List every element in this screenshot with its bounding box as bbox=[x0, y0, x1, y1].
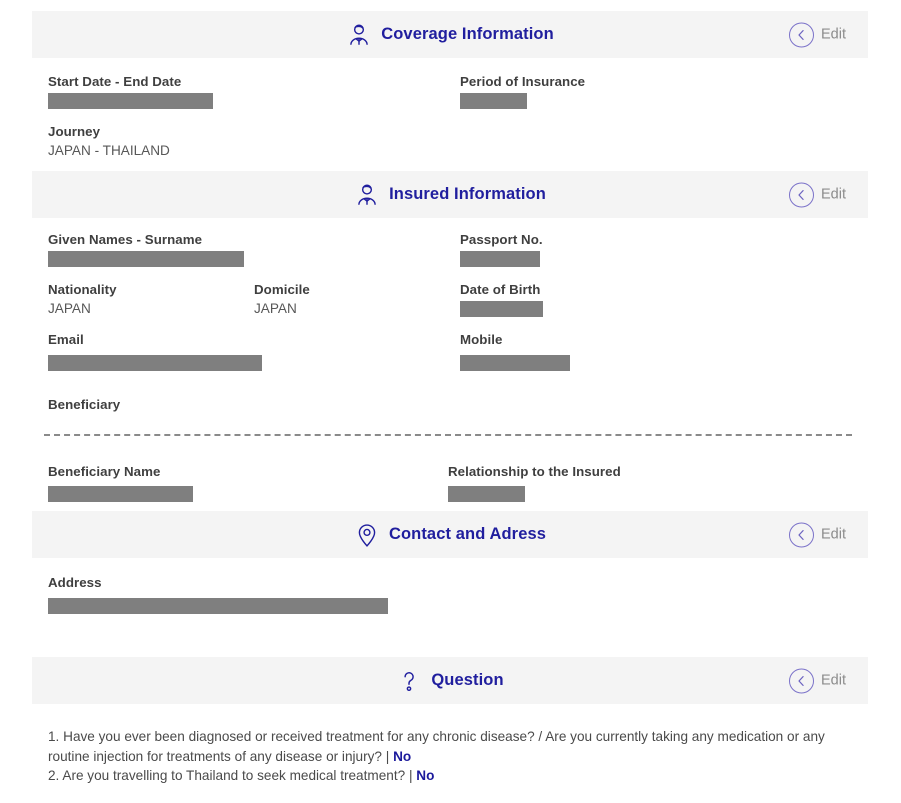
redacted-value-relationship-to-insured bbox=[448, 486, 525, 502]
section-header-question: Question Edit bbox=[32, 657, 868, 704]
field-label: Period of Insurance bbox=[460, 74, 586, 89]
redacted-value-start-end-date bbox=[48, 93, 213, 109]
review-summary-page: Coverage Information Edit Start Date - E… bbox=[0, 0, 901, 803]
question-list: 1. Have you ever been diagnosed or recei… bbox=[48, 727, 848, 786]
question-answer: No bbox=[393, 748, 412, 764]
field-mobile: Mobile bbox=[460, 332, 570, 371]
field-email: Email bbox=[48, 332, 262, 371]
section-title-group: Question bbox=[396, 668, 504, 694]
chevron-left-circle-icon[interactable] bbox=[789, 668, 814, 693]
question-separator: | bbox=[408, 768, 413, 783]
beneficiary-heading: Beneficiary bbox=[48, 397, 120, 412]
edit-button-label: Edit bbox=[821, 26, 846, 43]
field-label: Email bbox=[48, 332, 84, 347]
redacted-value-beneficiary-name bbox=[48, 486, 193, 502]
edit-button-question[interactable]: Edit bbox=[789, 668, 846, 693]
field-label: Address bbox=[48, 575, 102, 590]
field-domicile: Domicile JAPAN bbox=[254, 282, 310, 316]
chevron-left-circle-icon[interactable] bbox=[789, 522, 814, 547]
section-header-contact-and-adress: Contact and Adress Edit bbox=[32, 511, 868, 558]
redacted-value-address bbox=[48, 598, 388, 614]
field-label: Beneficiary Name bbox=[48, 464, 161, 479]
field-period-of-insurance: Period of Insurance bbox=[460, 74, 585, 109]
question-number: 2. bbox=[48, 768, 60, 783]
field-label: Domicile bbox=[254, 282, 310, 297]
redacted-value-passport-no bbox=[460, 251, 540, 267]
field-label: Passport No. bbox=[460, 232, 543, 247]
question-text: Are you travelling to Thailand to seek m… bbox=[62, 768, 406, 783]
field-address: Address bbox=[48, 575, 388, 614]
user-shield-icon bbox=[346, 22, 372, 48]
section-header-coverage-information: Coverage Information Edit bbox=[32, 11, 868, 58]
field-label: Mobile bbox=[460, 332, 503, 347]
field-nationality: Nationality JAPAN bbox=[48, 282, 117, 316]
field-value: JAPAN bbox=[48, 301, 91, 316]
chevron-left-circle-icon[interactable] bbox=[789, 22, 814, 47]
question-separator: | bbox=[385, 748, 390, 764]
question-mark-icon bbox=[396, 668, 422, 694]
redacted-value-email bbox=[48, 355, 262, 371]
edit-button-contact-and-adress[interactable]: Edit bbox=[789, 522, 846, 547]
edit-button-coverage-information[interactable]: Edit bbox=[789, 22, 846, 47]
field-label: Beneficiary bbox=[48, 397, 121, 412]
field-label: Relationship to the Insured bbox=[448, 464, 621, 479]
section-title-text: Coverage Information bbox=[381, 25, 554, 43]
section-title-group: Contact and Adress bbox=[354, 522, 546, 548]
field-passport-no: Passport No. bbox=[460, 232, 543, 267]
redacted-value-given-names-surname bbox=[48, 251, 244, 267]
edit-button-label: Edit bbox=[821, 672, 846, 689]
beneficiary-divider bbox=[44, 434, 852, 436]
section-title-group: Insured Information bbox=[354, 182, 546, 208]
redacted-value-date-of-birth bbox=[460, 301, 543, 317]
field-given-names-surname: Given Names - Surname bbox=[48, 232, 244, 267]
field-label: Journey bbox=[48, 124, 101, 139]
field-relationship-to-insured: Relationship to the Insured bbox=[448, 464, 621, 502]
edit-button-insured-information[interactable]: Edit bbox=[789, 182, 846, 207]
field-value: JAPAN bbox=[254, 301, 297, 316]
question-answer: No bbox=[416, 768, 435, 783]
field-date-of-birth: Date of Birth bbox=[460, 282, 543, 317]
field-label: Nationality bbox=[48, 282, 117, 297]
section-title-text: Question bbox=[431, 671, 504, 689]
section-title-group: Coverage Information bbox=[346, 22, 554, 48]
field-label: Date of Birth bbox=[460, 282, 541, 297]
redacted-value-period-of-insurance bbox=[460, 93, 527, 109]
question-number: 1. bbox=[48, 729, 60, 744]
section-title-text: Contact and Adress bbox=[388, 525, 547, 543]
section-header-insured-information: Insured Information Edit bbox=[32, 171, 868, 218]
edit-button-label: Edit bbox=[821, 526, 846, 543]
field-value: JAPAN - THAILAND bbox=[48, 143, 170, 158]
redacted-value-mobile bbox=[460, 355, 570, 371]
field-start-end-date: Start Date - End Date bbox=[48, 74, 213, 109]
question-item: 2. Are you travelling to Thailand to see… bbox=[48, 766, 848, 786]
chevron-left-circle-icon[interactable] bbox=[789, 182, 814, 207]
field-beneficiary-name: Beneficiary Name bbox=[48, 464, 193, 502]
field-label: Given Names - Surname bbox=[48, 232, 203, 247]
field-label: Start Date - End Date bbox=[48, 74, 182, 89]
field-journey: Journey JAPAN - THAILAND bbox=[48, 124, 170, 158]
question-text: Have you ever been diagnosed or received… bbox=[48, 729, 825, 764]
user-shield-icon bbox=[354, 182, 380, 208]
map-pin-icon bbox=[354, 522, 380, 548]
question-item: 1. Have you ever been diagnosed or recei… bbox=[48, 727, 848, 766]
section-title-text: Insured Information bbox=[389, 185, 546, 203]
edit-button-label: Edit bbox=[821, 186, 846, 203]
